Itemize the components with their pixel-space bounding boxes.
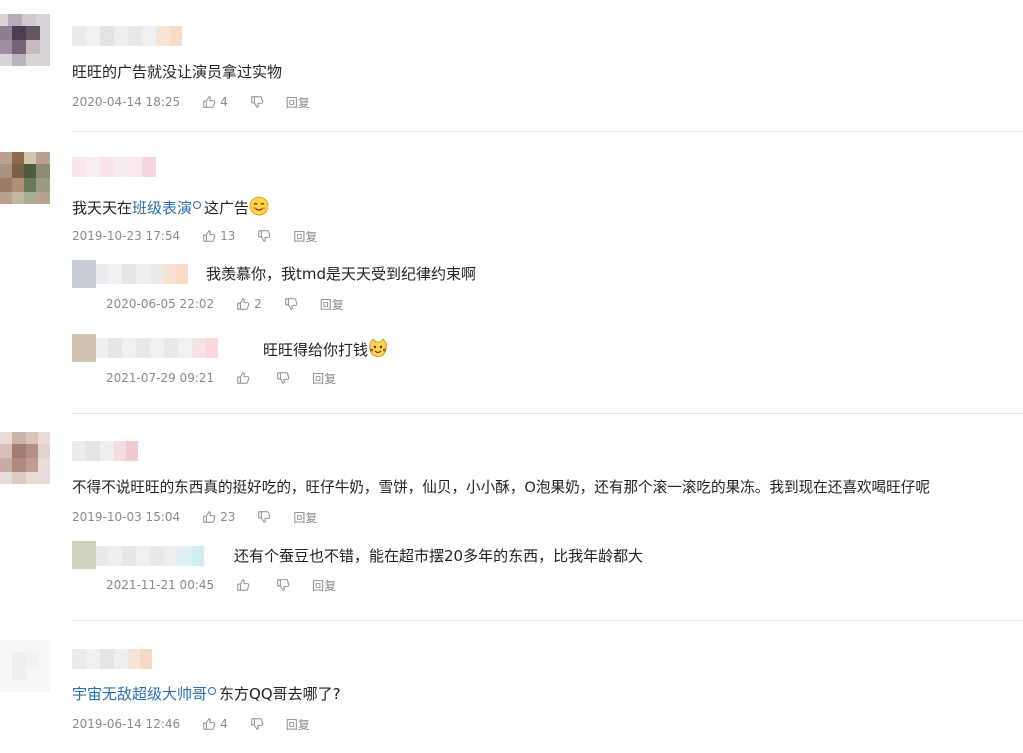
thumb-down-icon <box>284 297 298 311</box>
comment-time: 2019-10-23 17:54 <box>72 229 181 243</box>
thumb-up-icon <box>236 297 250 311</box>
thumb-up-icon <box>202 717 216 731</box>
avatar[interactable] <box>72 260 96 288</box>
like-count: 13 <box>220 229 236 243</box>
reply-button[interactable]: 回复 <box>293 509 317 526</box>
avatar[interactable] <box>72 541 96 569</box>
reply-text: 旺旺得给你打钱 <box>263 338 388 360</box>
like-count: 4 <box>220 717 228 731</box>
comment-text-suffix: 东方QQ哥去哪了? <box>219 685 341 703</box>
reply-button[interactable]: 回复 <box>293 228 317 245</box>
like-count: 23 <box>220 510 236 524</box>
like-count: 2 <box>254 297 262 311</box>
thumb-up-icon <box>202 229 216 243</box>
comment-meta: 2019-10-23 17:54 13 回复 <box>72 228 317 244</box>
thumb-down-icon <box>276 578 290 592</box>
comment-time: 2019-10-03 15:04 <box>72 510 181 524</box>
like-button[interactable]: 2 <box>236 297 262 311</box>
avatar[interactable] <box>0 432 50 484</box>
avatar[interactable] <box>0 14 50 66</box>
comment-text: 宇宙无敌超级大帅哥 东方QQ哥去哪了? <box>72 684 341 704</box>
like-count: 4 <box>220 95 228 109</box>
mention-link[interactable]: 宇宙无敌超级大帅哥 <box>72 685 207 703</box>
comment-time: 2020-04-14 18:25 <box>72 95 181 109</box>
comment-meta: 2019-06-14 12:46 4 回复 <box>72 716 310 732</box>
reply-button[interactable]: 回复 <box>286 716 310 733</box>
dislike-button[interactable] <box>257 229 271 243</box>
username-blurred[interactable] <box>72 649 152 669</box>
thumb-down-icon <box>276 371 290 385</box>
dislike-button[interactable] <box>284 297 298 311</box>
divider <box>72 620 1023 621</box>
reply-button[interactable]: 回复 <box>312 370 336 387</box>
like-button[interactable]: 4 <box>202 717 228 731</box>
comment-meta: 2020-04-14 18:25 4 回复 <box>72 94 310 110</box>
reply-button[interactable]: 回复 <box>312 577 336 594</box>
dislike-button[interactable] <box>250 95 264 109</box>
dislike-button[interactable] <box>276 578 290 592</box>
thumb-down-icon <box>257 510 271 524</box>
username-blurred[interactable] <box>72 157 156 177</box>
thumb-down-icon <box>250 717 264 731</box>
dislike-button[interactable] <box>276 371 290 385</box>
reply-button[interactable]: 回复 <box>286 94 310 111</box>
reply-text-body: 旺旺得给你打钱 <box>263 341 369 359</box>
like-button[interactable]: 13 <box>202 229 235 243</box>
smile-blush-emoji-icon <box>249 196 269 216</box>
thumb-up-icon <box>236 578 250 592</box>
reply-time: 2020-06-05 22:02 <box>106 297 215 311</box>
thumb-up-icon <box>202 510 216 524</box>
reply-meta: 2020-06-05 22:02 2 回复 <box>106 296 344 312</box>
reply-time: 2021-07-29 09:21 <box>106 371 215 385</box>
thumb-up-icon <box>202 95 216 109</box>
avatar[interactable] <box>72 334 96 362</box>
search-icon <box>208 687 217 695</box>
like-button[interactable]: 4 <box>202 95 228 109</box>
thumb-up-icon <box>236 371 250 385</box>
like-button[interactable]: 23 <box>202 510 235 524</box>
comment-text: 我天天在班级表演 这广告 <box>72 196 269 218</box>
comment-text: 旺旺的广告就没让演员拿过实物 <box>72 63 283 81</box>
reply-meta: 2021-07-29 09:21 回复 <box>106 370 336 386</box>
like-button[interactable] <box>236 578 254 592</box>
username-blurred[interactable] <box>72 441 138 461</box>
thumb-down-icon <box>257 229 271 243</box>
username-blurred[interactable] <box>96 264 188 284</box>
username-blurred[interactable] <box>96 546 204 566</box>
reply-button[interactable]: 回复 <box>320 296 344 313</box>
divider <box>72 413 1023 414</box>
comment-time: 2019-06-14 12:46 <box>72 717 181 731</box>
comment-meta: 2019-10-03 15:04 23 回复 <box>72 509 317 525</box>
avatar[interactable] <box>0 152 50 204</box>
username-blurred[interactable] <box>96 338 218 358</box>
thumb-down-icon <box>250 95 264 109</box>
reply-time: 2021-11-21 00:45 <box>106 578 215 592</box>
comment-text-suffix: 这广告 <box>204 199 250 217</box>
dislike-button[interactable] <box>257 510 271 524</box>
reply-text: 还有个蚕豆也不错，能在超市摆20多年的东西，比我年龄都大 <box>234 547 644 565</box>
comment-text-prefix: 我天天在 <box>72 199 133 217</box>
topic-link[interactable]: 班级表演 <box>132 199 192 217</box>
reply-meta: 2021-11-21 00:45 回复 <box>106 577 336 593</box>
search-icon <box>193 201 202 209</box>
comment-text: 不得不说旺旺的东西真的挺好吃的，旺仔牛奶，雪饼，仙贝，小小酥，O泡果奶，还有那个… <box>72 479 930 496</box>
dislike-button[interactable] <box>250 717 264 731</box>
username-blurred[interactable] <box>72 26 182 46</box>
like-button[interactable] <box>236 371 254 385</box>
divider <box>72 131 1023 132</box>
reply-text: 我羡慕你，我tmd是天天受到纪律约束啊 <box>206 265 477 283</box>
avatar[interactable] <box>0 640 50 692</box>
cat-emoji-icon <box>369 338 387 357</box>
